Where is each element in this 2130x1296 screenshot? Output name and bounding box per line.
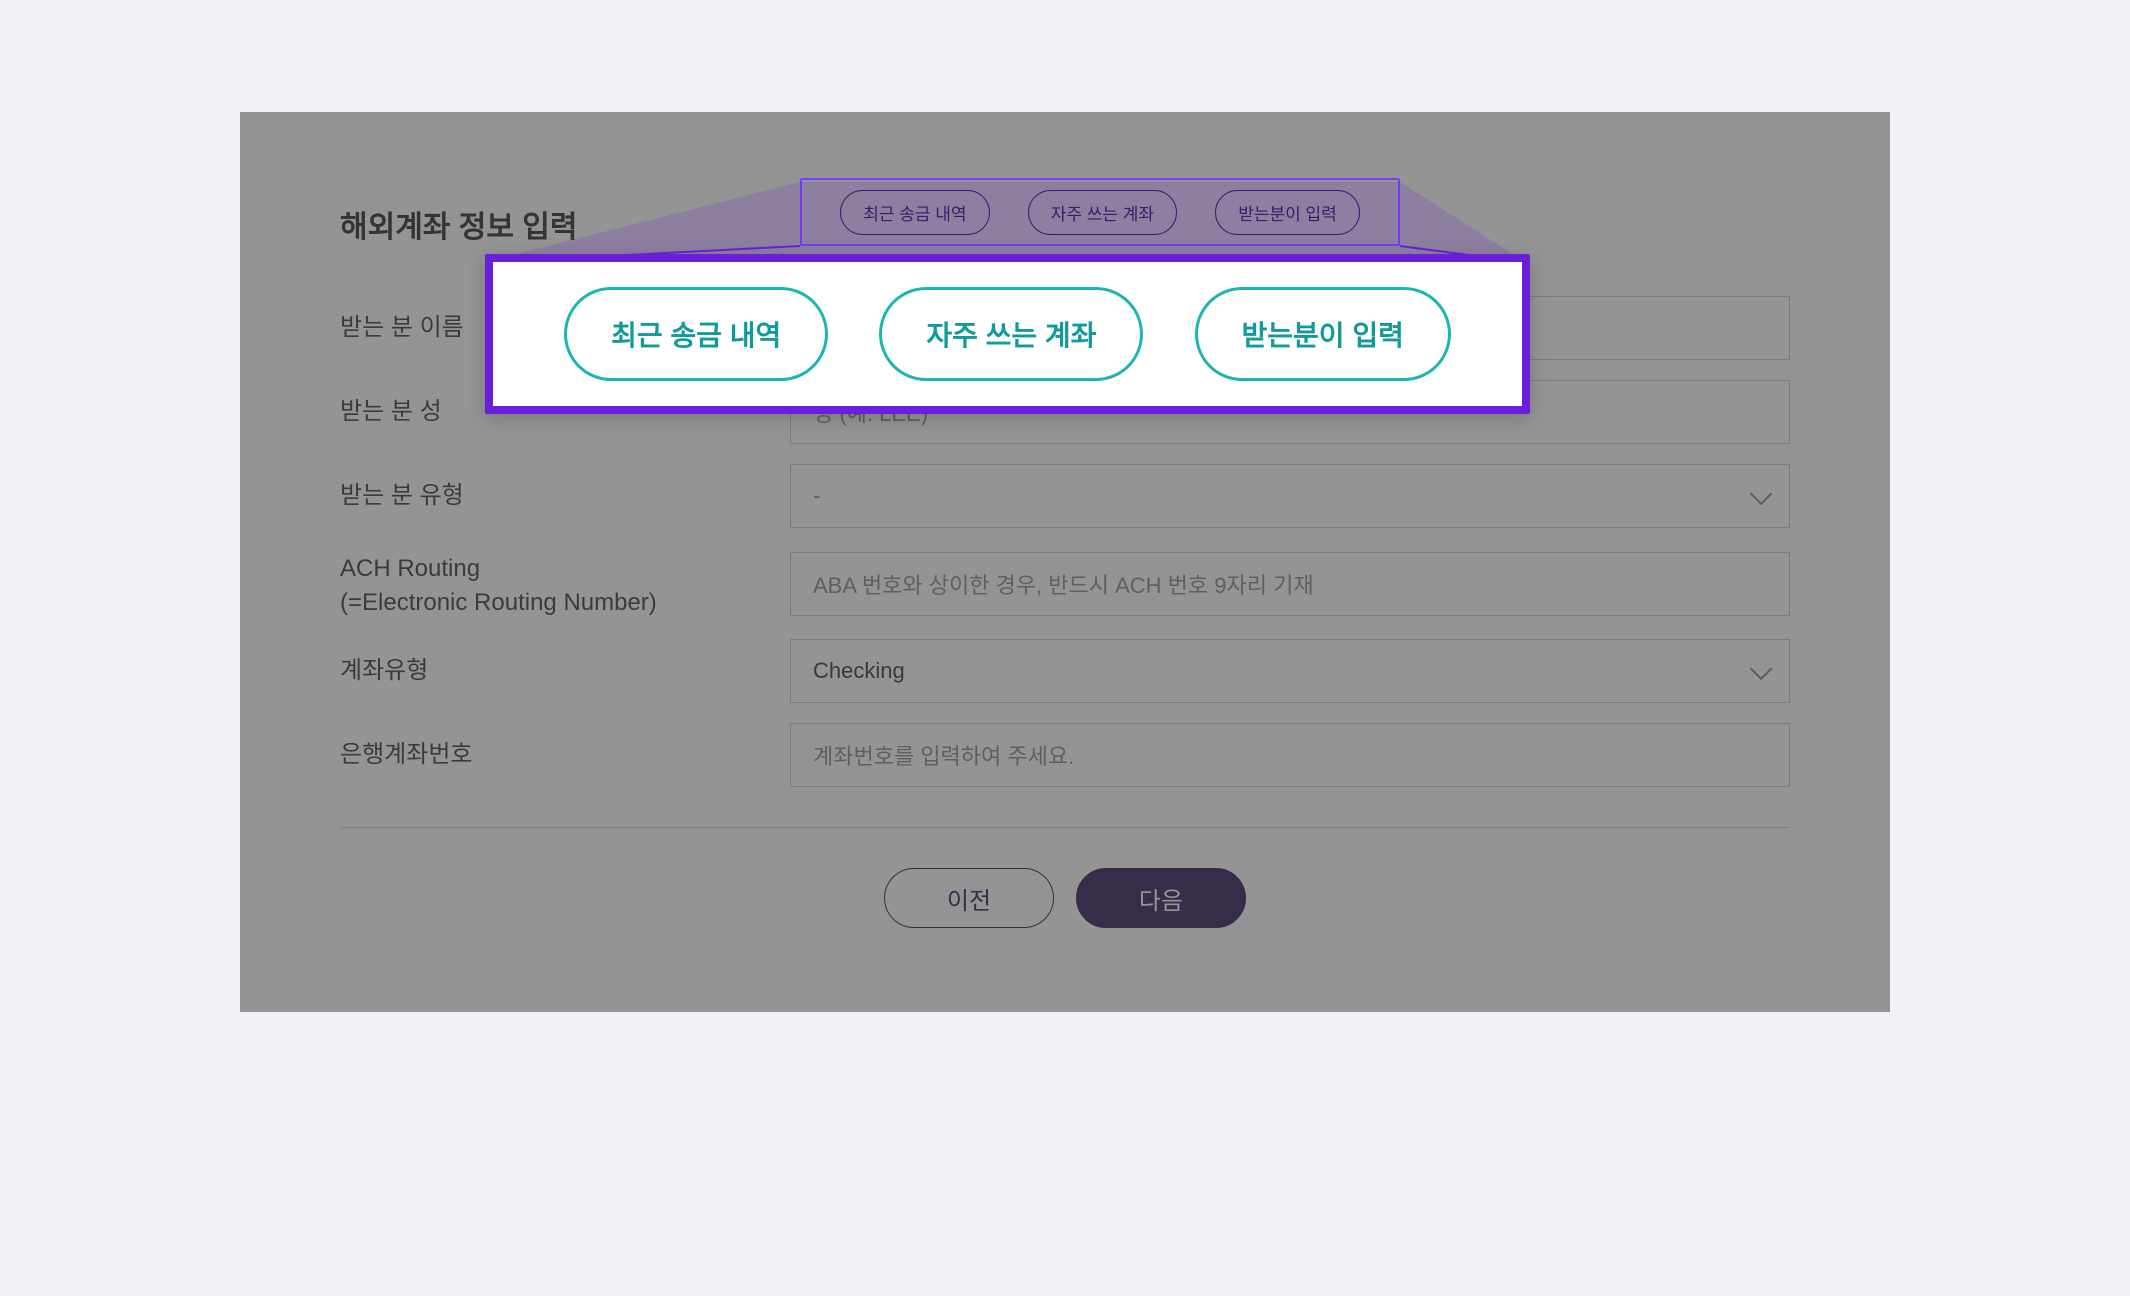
account-number-row: 은행계좌번호 계좌번호를 입력하여 주세요.: [340, 723, 1790, 787]
recent-transfers-pill-small[interactable]: 최근 송금 내역: [840, 190, 989, 235]
account-number-label: 은행계좌번호: [340, 738, 790, 772]
ach-label: ACH Routing (=Electronic Routing Number): [340, 552, 790, 619]
account-type-label: 계좌유형: [340, 654, 790, 688]
quick-fill-callout: 최근 송금 내역 자주 쓰는 계좌 받는분이 입력: [485, 254, 1530, 414]
recipient-type-label: 받는 분 유형: [340, 479, 790, 513]
quick-fill-group-small: 최근 송금 내역 자주 쓰는 계좌 받는분이 입력: [800, 178, 1400, 246]
recipient-entry-pill[interactable]: 받는분이 입력: [1195, 287, 1451, 381]
recipient-type-value: -: [813, 483, 820, 509]
account-type-value: Checking: [813, 658, 905, 684]
form-page: 해외계좌 정보 입력 받는 분 이름 받는 분 성 성 (예: LEE) 받는 …: [240, 112, 1890, 1012]
recent-transfers-pill[interactable]: 최근 송금 내역: [564, 287, 828, 381]
frequent-accounts-pill[interactable]: 자주 쓰는 계좌: [879, 287, 1143, 381]
account-type-row: 계좌유형 Checking: [340, 639, 1790, 703]
divider: [340, 827, 1790, 828]
frequent-accounts-pill-small[interactable]: 자주 쓰는 계좌: [1028, 190, 1177, 235]
next-button[interactable]: 다음: [1076, 868, 1246, 928]
recipient-type-row: 받는 분 유형 -: [340, 464, 1790, 528]
prev-button[interactable]: 이전: [884, 868, 1054, 928]
recipient-type-select[interactable]: -: [790, 464, 1790, 528]
account-type-select[interactable]: Checking: [790, 639, 1790, 703]
recipient-entry-pill-small[interactable]: 받는분이 입력: [1215, 190, 1360, 235]
ach-input[interactable]: ABA 번호와 상이한 경우, 반드시 ACH 번호 9자리 기재: [790, 552, 1790, 616]
chevron-down-icon: [1750, 483, 1773, 506]
button-bar: 이전 다음: [340, 868, 1790, 928]
account-number-input[interactable]: 계좌번호를 입력하여 주세요.: [790, 723, 1790, 787]
ach-row: ACH Routing (=Electronic Routing Number)…: [340, 548, 1790, 619]
chevron-down-icon: [1750, 658, 1773, 681]
